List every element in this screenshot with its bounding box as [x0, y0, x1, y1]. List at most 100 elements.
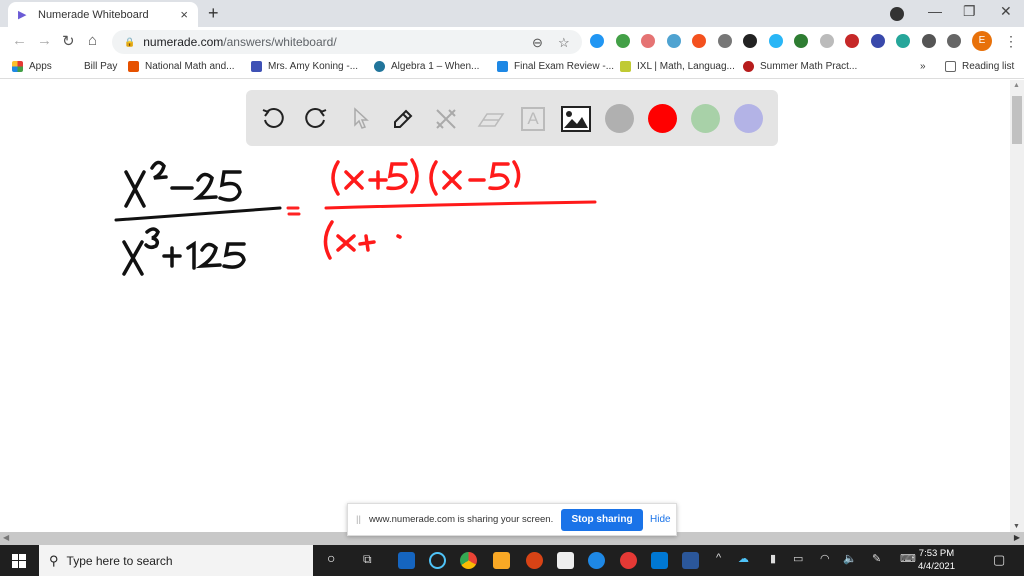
scroll-down-icon[interactable]: ▼: [1013, 523, 1020, 530]
bookmark-bill-pay[interactable]: Bill Pay: [84, 61, 117, 72]
notifications-icon[interactable]: ▢: [993, 552, 1005, 568]
microphone-icon[interactable]: ▮: [770, 552, 776, 565]
system-clock[interactable]: 7:53 PM 4/4/2021: [918, 547, 955, 573]
bookmark-label: Bill Pay: [84, 61, 118, 72]
tab-numerade-whiteboard[interactable]: ▶ Numerade Whiteboard ×: [8, 2, 198, 27]
drag-handle-icon[interactable]: ||: [356, 514, 361, 525]
new-tab-button[interactable]: +: [208, 3, 219, 24]
ext-k-icon[interactable]: [870, 34, 885, 48]
file-explorer-icon[interactable]: [493, 552, 510, 569]
task-view-icon[interactable]: ⧉: [363, 552, 372, 567]
edge-icon[interactable]: [588, 552, 605, 569]
bookmark-label: Final Exam Review -...: [514, 61, 615, 72]
ext-green-cast-icon[interactable]: [794, 34, 808, 48]
browser-menu-icon[interactable]: ⋮: [1004, 33, 1018, 50]
bookmark-label: National Math and...: [145, 61, 235, 72]
show-hidden-icons[interactable]: ^: [716, 552, 721, 564]
color-swatch-gray[interactable]: [605, 104, 634, 133]
bookmark-star-icon[interactable]: ☆: [558, 35, 570, 51]
ext-red-badge-icon[interactable]: [641, 34, 655, 48]
minimize-button[interactable]: —: [928, 3, 942, 19]
ext-cast-icon[interactable]: [947, 34, 961, 48]
redo-icon: [305, 107, 327, 128]
bookmark-favicon-icon: [251, 61, 262, 72]
color-swatch-green[interactable]: [691, 104, 720, 133]
ext-orange-icon[interactable]: [692, 34, 706, 48]
ext-gray-line-icon[interactable]: [819, 34, 834, 48]
home-button[interactable]: ⌂: [88, 32, 97, 49]
redo-button[interactable]: [301, 104, 331, 134]
profile-avatar[interactable]: E: [972, 31, 992, 51]
red-app-icon[interactable]: [620, 552, 637, 569]
media-app-icon[interactable]: [429, 552, 446, 569]
numerade-logo-icon: ▶: [18, 8, 27, 21]
ext-blue-circle-icon[interactable]: [590, 34, 604, 48]
shapes-tool-button[interactable]: [431, 104, 461, 134]
bookmark-apps[interactable]: Apps: [12, 61, 52, 72]
bookmark-algebra-1[interactable]: Algebra 1 – When...: [374, 61, 479, 72]
color-swatch-lavender[interactable]: [734, 104, 763, 133]
url-domain: numerade.com: [143, 35, 224, 49]
color-swatch-red[interactable]: [648, 104, 677, 133]
undo-button[interactable]: [258, 104, 288, 134]
vertical-scrollbar[interactable]: ▲ ▼: [1010, 80, 1024, 532]
chrome-icon[interactable]: [460, 552, 477, 569]
image-icon: [561, 106, 591, 132]
onedrive-icon[interactable]: ☁: [738, 552, 749, 565]
scroll-up-icon[interactable]: ▲: [1013, 82, 1020, 89]
scroll-left-icon[interactable]: ◀: [3, 533, 9, 542]
start-button[interactable]: [0, 545, 38, 576]
whiteboard-app-icon[interactable]: [398, 552, 415, 569]
restore-button[interactable]: ❐: [963, 3, 976, 20]
bookmark-favicon-icon: [743, 61, 754, 72]
cortana-icon[interactable]: ○: [327, 550, 335, 566]
rhs-denominator-ink: [323, 220, 402, 260]
ext-green-face-icon[interactable]: [896, 34, 910, 48]
back-button[interactable]: ←: [12, 32, 27, 49]
pencil-icon: [394, 109, 413, 128]
pen-icon[interactable]: ✎: [872, 552, 881, 565]
window-close-button[interactable]: ✕: [1000, 3, 1012, 20]
microsoft-store-icon[interactable]: [557, 552, 574, 569]
wifi-icon[interactable]: ◠: [820, 552, 830, 565]
outlook-icon[interactable]: [651, 552, 668, 569]
zoom-out-icon[interactable]: ⊖: [532, 35, 543, 51]
ext-diamond-icon[interactable]: [768, 34, 783, 48]
bookmarks-overflow-button[interactable]: »: [920, 61, 926, 72]
bookmark-final-exam-review[interactable]: Final Exam Review -...: [497, 61, 614, 72]
ext-black-red-icon[interactable]: [743, 34, 757, 48]
image-tool-button[interactable]: [561, 104, 591, 134]
word-icon[interactable]: [682, 552, 699, 569]
tab-close-icon[interactable]: ×: [180, 7, 188, 22]
hide-link[interactable]: Hide: [650, 514, 671, 525]
reload-button[interactable]: ↻: [62, 32, 75, 50]
eraser-tool-button[interactable]: [476, 104, 506, 134]
whiteboard-canvas[interactable]: A: [0, 80, 1010, 532]
ext-gray-circle-icon[interactable]: [717, 34, 732, 48]
ext-cloud-icon[interactable]: [666, 34, 681, 48]
bookmark-summer-math[interactable]: Summer Math Pract...: [743, 61, 857, 72]
keyboard-icon[interactable]: ⌨: [900, 552, 916, 565]
text-tool-button[interactable]: A: [518, 104, 548, 134]
tab-search-icon[interactable]: [890, 7, 904, 21]
forward-button[interactable]: →: [37, 32, 52, 49]
snipping-tool-icon[interactable]: [526, 552, 543, 569]
vertical-scroll-thumb[interactable]: [1012, 96, 1022, 144]
ext-pdf-icon[interactable]: [845, 34, 859, 48]
stop-sharing-button[interactable]: Stop sharing: [561, 509, 643, 531]
pen-tool-button[interactable]: [388, 104, 418, 134]
select-tool-button[interactable]: [346, 104, 376, 134]
bookmark-mrs-amy-koning[interactable]: Mrs. Amy Koning -...: [251, 61, 358, 72]
ext-puzzle-icon[interactable]: [921, 34, 936, 48]
battery-icon[interactable]: ▭: [793, 552, 803, 565]
address-bar[interactable]: 🔒 numerade.com /answers/whiteboard/ ⊖ ☆: [112, 30, 582, 54]
lock-icon: 🔒: [124, 36, 136, 47]
windows-taskbar: ⚲ Type here to search ○ ⧉ ^ ☁ ▮ ▭ ◠ 🔈 ✎ …: [0, 545, 1024, 576]
ext-green-plus-icon[interactable]: [615, 34, 630, 48]
taskbar-search-box[interactable]: ⚲ Type here to search: [39, 545, 313, 576]
volume-icon[interactable]: 🔈: [843, 552, 857, 565]
bookmark-ixl[interactable]: IXL | Math, Languag...: [620, 61, 735, 72]
reading-list-button[interactable]: Reading list: [945, 61, 1014, 72]
scroll-right-icon[interactable]: ▶: [1014, 533, 1020, 542]
bookmark-national-math[interactable]: National Math and...: [128, 61, 235, 72]
